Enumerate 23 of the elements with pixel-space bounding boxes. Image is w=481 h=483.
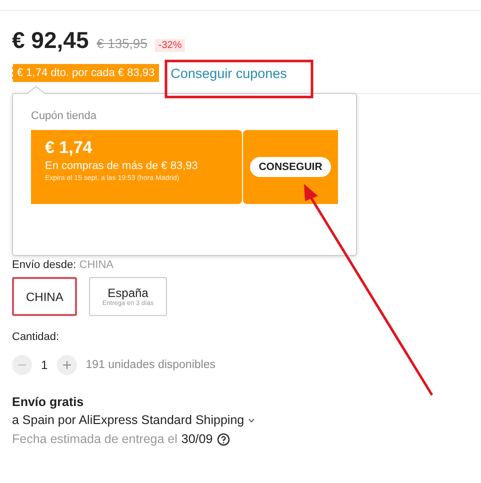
coupon-amount: € 1,74 (45, 138, 94, 158)
plus-icon (62, 360, 72, 370)
coupon-condition: En compras de más de € 83,93 (45, 160, 199, 172)
available-units: 191 unidades disponibles (86, 359, 216, 371)
chevron-down-icon[interactable] (248, 418, 256, 422)
popup-title: Cupón tienda (31, 110, 98, 122)
ship-from-label: Envío desde: (12, 259, 76, 271)
original-price: € 135,95 (96, 36, 148, 51)
ship-from-option[interactable]: CHINA (12, 277, 78, 316)
quantity-label: Cantidad: (12, 331, 60, 343)
get-coupon-button[interactable]: CONSEGUIR (250, 157, 332, 177)
discount-badge: -32% (155, 39, 185, 52)
current-price: € 92,45 (12, 27, 89, 54)
get-coupons-link[interactable]: Conseguir cupones (170, 66, 287, 80)
quantity-value[interactable]: 1 (41, 358, 48, 372)
help-icon[interactable] (216, 432, 230, 446)
ship-from-value: CHINA (79, 259, 114, 271)
delivery-estimate-label: Fecha estimada de entrega el (12, 432, 178, 446)
free-shipping-title: Envío gratis (12, 395, 85, 409)
shipping-method[interactable]: a Spain por AliExpress Standard Shipping (12, 413, 244, 427)
coupon-tag: € 1,74 dto. por cada € 83,93 (12, 64, 159, 82)
increase-button[interactable] (56, 355, 77, 375)
delivery-date: 30/09 (181, 432, 213, 446)
